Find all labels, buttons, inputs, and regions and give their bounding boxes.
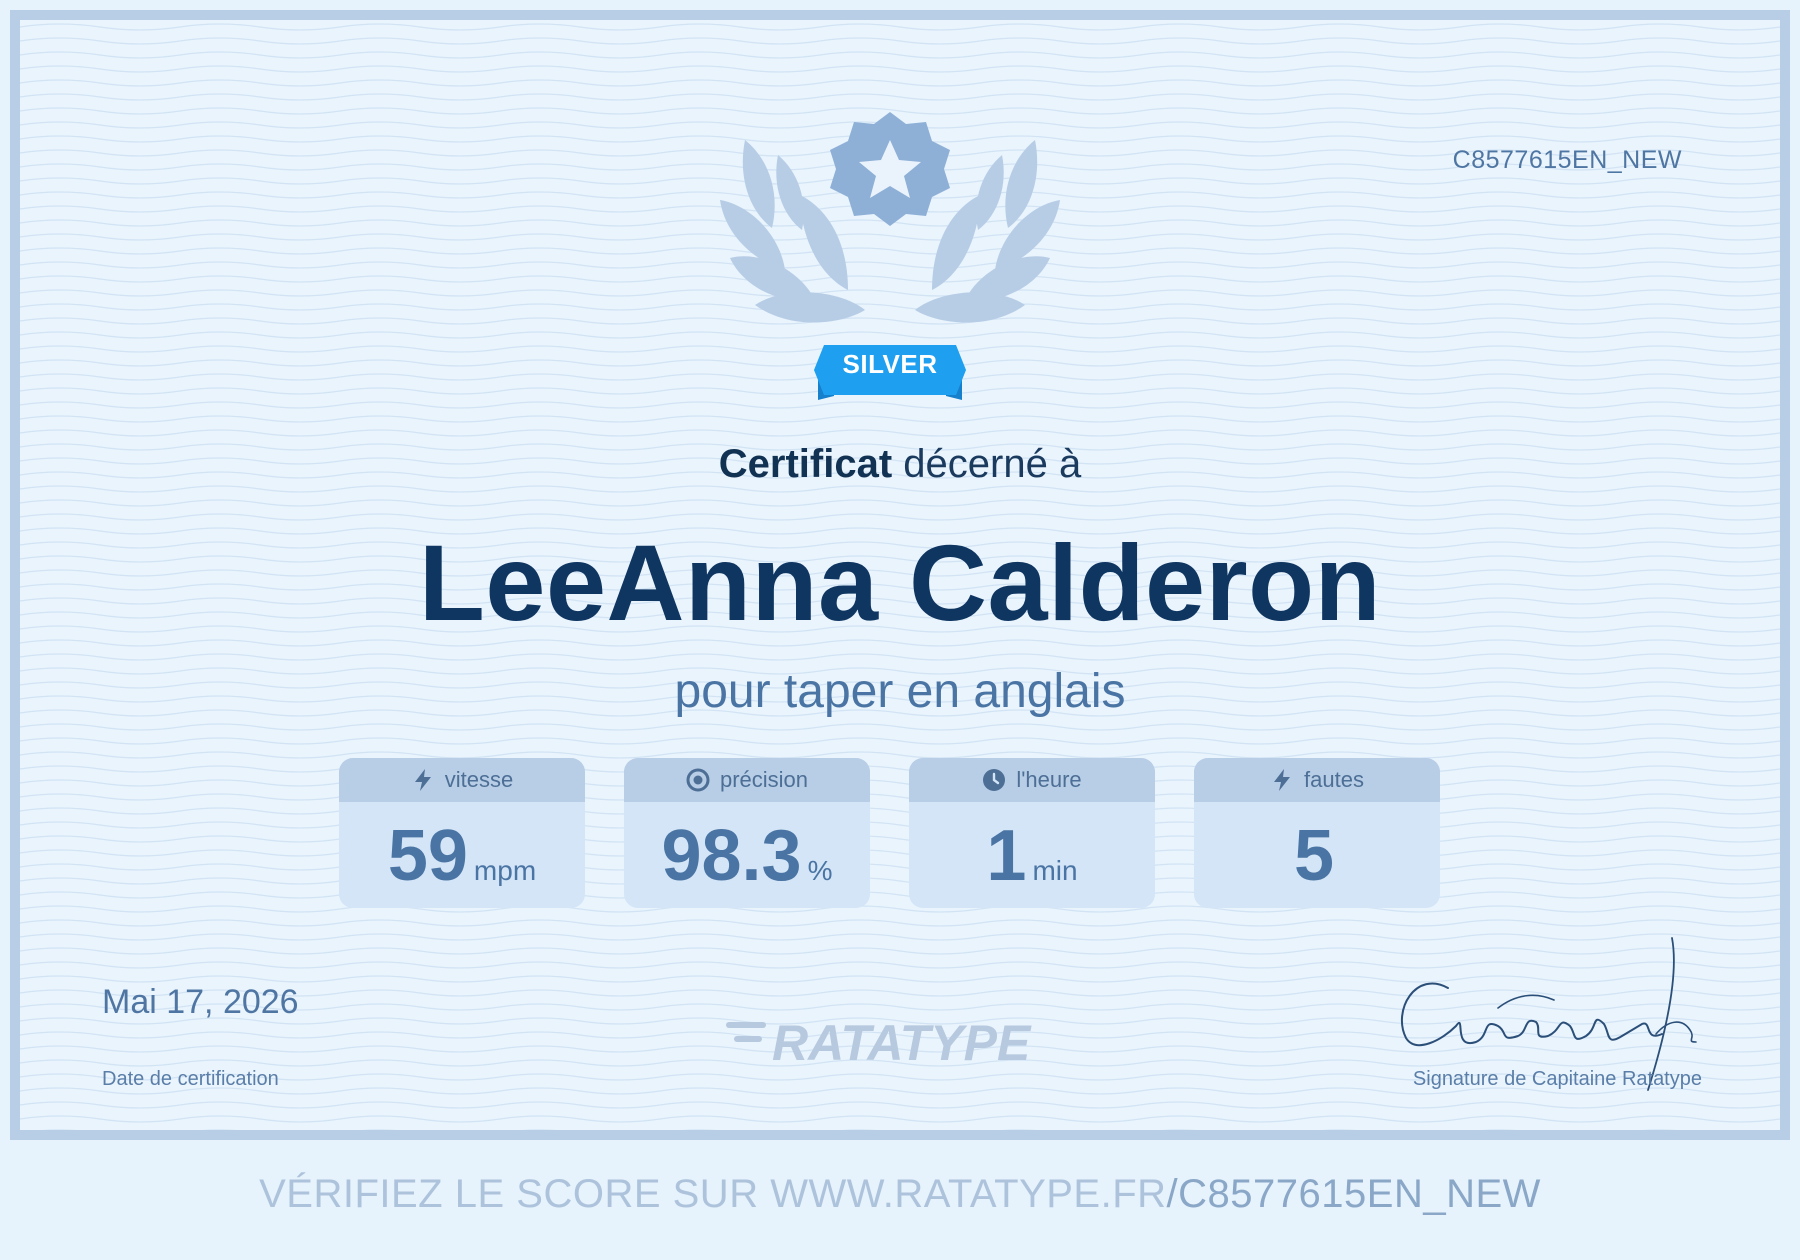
stat-header: vitesse [339, 758, 585, 802]
heading-bold: Certificat [718, 442, 893, 486]
stat-header: l'heure [909, 758, 1155, 802]
certificate-id: C8577615EN_NEW [1452, 146, 1682, 174]
signature-label: Signature de Capitaine Ratatype [1412, 1068, 1702, 1090]
certification-date: Mai 17, 2026 [102, 983, 299, 1021]
logo-text: RATATYPE [772, 1015, 1032, 1068]
stat-value-group: 5 [1194, 802, 1440, 908]
badge-level-label: SILVER [842, 348, 938, 379]
stat-label: fautes [1304, 767, 1364, 792]
stat-value: 1 [986, 816, 1027, 896]
recipient-name: LeeAnna Calderon [418, 522, 1382, 643]
stat-label: précision [719, 767, 809, 792]
stat-value-group: 59 mpm [339, 802, 585, 908]
stat-unit: % [807, 855, 833, 886]
verify-link-code[interactable]: /C8577615EN_NEW [1167, 1172, 1541, 1216]
stat-value: 59 [387, 816, 468, 896]
clock-icon [983, 769, 1006, 791]
verify-score-footer: VÉRIFIEZ LE SCORE SUR WWW.RATATYPE.FR/C8… [0, 1172, 1800, 1217]
stat-value-group: 98.3 % [624, 802, 870, 908]
bolt-icon [1274, 769, 1291, 791]
bolt-icon [414, 769, 431, 791]
target-icon [686, 768, 710, 792]
stat-card-time: l'heure 1 min [909, 758, 1155, 908]
heading-rest: décerné à [903, 442, 1082, 486]
stat-label: l'heure [1016, 767, 1082, 792]
stat-card-accuracy: précision 98.3 % [624, 758, 870, 908]
ratatype-logo: RATATYPE [726, 1015, 1032, 1068]
stat-header: précision [624, 758, 870, 802]
stat-unit: min [1032, 855, 1078, 886]
star-rosette-icon [830, 112, 950, 226]
certificate-heading: Certificat décerné à [0, 442, 1800, 487]
stat-unit: mpm [473, 855, 537, 886]
stat-label: vitesse [444, 767, 514, 792]
verify-text: VÉRIFIEZ LE SCORE SUR WWW.RATATYPE.FR [259, 1172, 1167, 1216]
stat-card-speed: vitesse 59 mpm [339, 758, 585, 908]
certification-date-label: Date de certification [102, 1068, 279, 1090]
stat-value: 5 [1293, 816, 1335, 896]
stat-value: 98.3 [661, 816, 802, 896]
certificate-purpose: pour taper en anglais [674, 665, 1126, 718]
stat-card-errors: fautes 5 [1194, 758, 1440, 908]
stat-header: fautes [1194, 758, 1440, 802]
stat-value-group: 1 min [909, 802, 1155, 908]
